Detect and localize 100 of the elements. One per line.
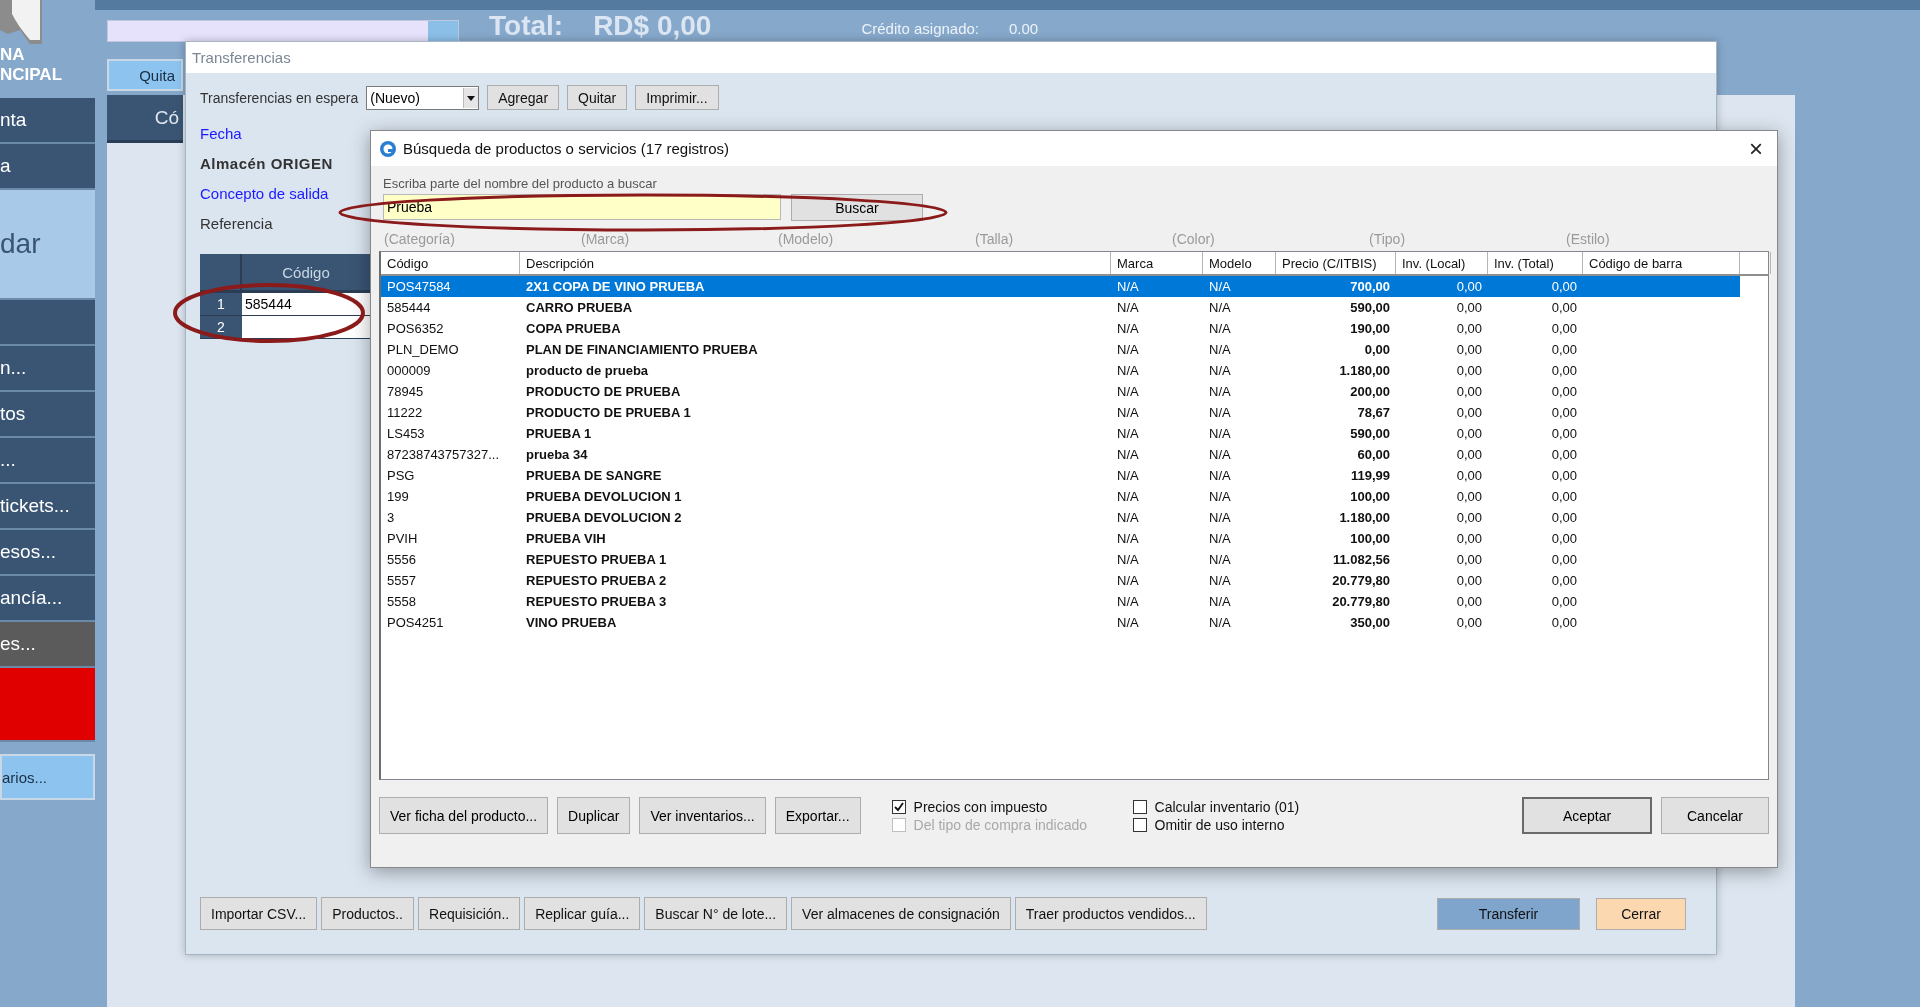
action-button[interactable]: Buscar N° de lote... xyxy=(644,897,788,930)
accept-button[interactable]: Aceptar xyxy=(1522,797,1652,834)
sidebar-item[interactable]: n... xyxy=(0,346,95,392)
sidebar-item[interactable]: nta xyxy=(0,98,95,144)
table-cell-text: PRUEBA DEVOLUCION 1 xyxy=(525,489,683,504)
table-row[interactable]: 87238743757327... prueba 34 N/A N/A 60,00 0,00 0,00 xyxy=(381,444,1740,465)
table-cell-text: 100,00 xyxy=(1349,489,1391,504)
field-link[interactable]: Concepto de salida xyxy=(200,178,329,208)
table-cell-text: PRODUCTO DE PRUEBA 1 xyxy=(525,405,692,420)
table-cell-text: 0,00 xyxy=(1455,300,1483,315)
table-cell-text: 199 xyxy=(386,489,410,504)
table-row[interactable]: LS453 PRUEBA 1 N/A N/A 590,00 0,00 0,00 xyxy=(381,423,1740,444)
table-cell-text: PRUEBA DEVOLUCION 2 xyxy=(525,510,683,525)
action-button[interactable]: Ver inventarios... xyxy=(639,797,766,834)
close-button[interactable]: Cerrar xyxy=(1596,897,1686,930)
remove-button[interactable]: Quita xyxy=(107,59,183,91)
table-row[interactable]: PVIH PRUEBA VIH N/A N/A 100,00 0,00 0,00 xyxy=(381,528,1740,549)
table-row[interactable]: POS6352 COPA PRUEBA N/A N/A 190,00 0,00 0,00 xyxy=(381,318,1740,339)
checkbox[interactable] xyxy=(1132,799,1147,814)
grid-header: Código xyxy=(242,254,372,293)
table-cell-text: 190,00 xyxy=(1349,321,1391,336)
brand-text: NA xyxy=(0,45,26,65)
sidebar-item[interactable]: a xyxy=(0,144,95,190)
table-cell-text: 0,00 xyxy=(1550,552,1578,567)
table-cell-text: N/A xyxy=(1208,363,1232,378)
table-row[interactable]: POS4251 VINO PRUEBA N/A N/A 350,00 0,00 0,00 xyxy=(381,612,1740,633)
table-cell-text: PRUEBA DE SANGRE xyxy=(525,468,663,483)
table-cell-text: N/A xyxy=(1208,531,1232,546)
table-cell-text: N/A xyxy=(1116,468,1140,483)
cancel-button[interactable]: Cancelar xyxy=(1661,797,1769,834)
action-button[interactable]: Ver ficha del producto... xyxy=(379,797,549,834)
table-row[interactable]: 585444 CARRO PRUEBA N/A N/A 590,00 0,00 0,00 xyxy=(381,297,1740,318)
action-button[interactable]: Productos.. xyxy=(321,897,414,930)
table-cell-text: prueba 34 xyxy=(525,447,589,462)
table-cell-text: 0,00 xyxy=(1455,552,1483,567)
table-row[interactable]: 11222 PRODUCTO DE PRUEBA 1 N/A N/A 78,67 0,00 0,00 xyxy=(381,402,1740,423)
table-cell-text: REPUESTO PRUEBA 3 xyxy=(525,594,668,609)
field-label: Referencia xyxy=(200,213,273,234)
sidebar-item[interactable]: tos xyxy=(0,392,95,438)
table-cell-text: 590,00 xyxy=(1349,426,1391,441)
top-input-field[interactable] xyxy=(107,20,459,42)
table-cell-text: POS6352 xyxy=(386,321,445,336)
table-cell-text: N/A xyxy=(1116,321,1140,336)
checkbox[interactable] xyxy=(1132,817,1147,832)
transfer-button[interactable]: Transferir xyxy=(1437,897,1580,930)
action-button[interactable]: Requisición.. xyxy=(418,897,521,930)
table-cell-text: 3 xyxy=(386,510,396,525)
table-row[interactable]: PLN_DEMO PLAN DE FINANCIAMIENTO PRUEBA N/A N/A 0,00 0,00 0,00 xyxy=(381,339,1740,360)
table-cell-text: N/A xyxy=(1116,447,1140,462)
table-cell-text: PRUEBA VIH xyxy=(525,531,607,546)
table-cell-text: N/A xyxy=(1208,405,1232,420)
table-cell-text: 87238743757327... xyxy=(386,447,501,462)
sidebar-item[interactable]: es... xyxy=(0,622,95,668)
row-number: 1 xyxy=(200,293,242,316)
action-button[interactable]: Importar CSV... xyxy=(200,897,318,930)
table-row[interactable]: 5557 REPUESTO PRUEBA 2 N/A N/A 20.779,80 0,00 0,00 xyxy=(381,570,1740,591)
sidebar-item[interactable]: arios... xyxy=(0,754,95,800)
table-row[interactable]: 5558 REPUESTO PRUEBA 3 N/A N/A 20.779,80 0,00 0,00 xyxy=(381,591,1740,612)
action-button[interactable]: Ver almacenes de consignación xyxy=(791,897,1011,930)
option-checkbox[interactable]: Precios con impuesto xyxy=(891,798,1102,815)
sidebar-item[interactable]: ... xyxy=(0,438,95,484)
sidebar-item[interactable]: ancía... xyxy=(0,576,95,622)
table-cell-text: N/A xyxy=(1116,384,1140,399)
table-cell-text: PRUEBA 1 xyxy=(525,426,593,441)
table-cell-text: 0,00 xyxy=(1550,384,1578,399)
action-button[interactable]: Replicar guía... xyxy=(524,897,641,930)
table-row[interactable]: 199 PRUEBA DEVOLUCION 1 N/A N/A 100,00 0,00 0,00 xyxy=(381,486,1740,507)
hold-dropdown[interactable]: (Nuevo) xyxy=(366,85,480,110)
total-value: RD$ 0,00 xyxy=(593,11,712,41)
table-cell-text: N/A xyxy=(1116,342,1140,357)
sidebar-item[interactable]: dar xyxy=(0,190,95,300)
option-checkbox[interactable]: Omitir de uso interno xyxy=(1132,816,1343,833)
close-button[interactable]: × xyxy=(1743,134,1769,163)
table-cell-text: 200,00 xyxy=(1349,384,1391,399)
sidebar-item[interactable]: esos... xyxy=(0,530,95,576)
option-checkbox[interactable]: Calcular inventario (01) xyxy=(1132,798,1343,815)
grid-cell[interactable]: 585444 xyxy=(242,293,372,316)
table-cell-text: 5557 xyxy=(386,573,417,588)
action-button[interactable]: Traer productos vendidos... xyxy=(1014,897,1207,930)
action-button[interactable]: Duplicar xyxy=(557,797,631,834)
table-row[interactable]: 3 PRUEBA DEVOLUCION 2 N/A N/A 1.180,00 0,00 0,00 xyxy=(381,507,1740,528)
toolbar-button[interactable]: Imprimir... xyxy=(635,85,719,110)
table-row[interactable]: 5556 REPUESTO PRUEBA 1 N/A N/A 11.082,56 0,00 0,00 xyxy=(381,549,1740,570)
table-cell-text: N/A xyxy=(1208,279,1232,294)
toolbar-button[interactable]: Quitar xyxy=(567,85,628,110)
table-cell-text: 20.779,80 xyxy=(1331,573,1391,588)
window-title: Transferencias xyxy=(186,42,1716,73)
table-cell-text: 1.180,00 xyxy=(1338,510,1391,525)
table-row[interactable]: 78945 PRODUCTO DE PRUEBA N/A N/A 200,00 0,00 0,00 xyxy=(381,381,1740,402)
toolbar-button[interactable]: Agregar xyxy=(487,85,560,110)
table-cell-text: VINO PRUEBA xyxy=(525,615,618,630)
table-row[interactable]: 000009 producto de prueba N/A N/A 1.180,00 0,00 0,00 xyxy=(381,360,1740,381)
app-icon xyxy=(379,139,397,158)
table-row[interactable]: PSG PRUEBA DE SANGRE N/A N/A 119,99 0,00 0,00 xyxy=(381,465,1740,486)
table-cell-text: 0,00 xyxy=(1455,447,1483,462)
checkbox[interactable] xyxy=(891,799,906,814)
action-button[interactable]: Exportar... xyxy=(774,797,861,834)
table-row[interactable]: POS47584 2X1 COPA DE VINO PRUEBA N/A N/A 700,00 0,00 0,00 xyxy=(381,276,1740,297)
field-link[interactable]: Fecha xyxy=(200,118,242,148)
sidebar-item[interactable]: tickets... xyxy=(0,484,95,530)
